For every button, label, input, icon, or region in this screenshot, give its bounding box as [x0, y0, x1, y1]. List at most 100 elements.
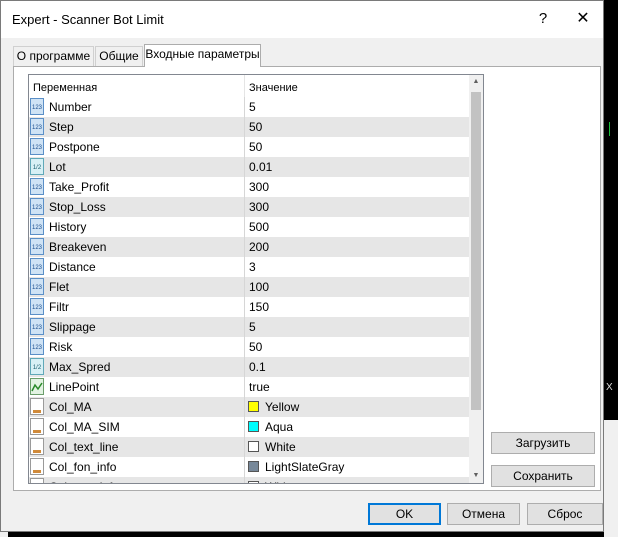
tab-about[interactable]: О программе [13, 46, 94, 66]
column-header-value[interactable]: Значение [245, 75, 481, 97]
load-button[interactable]: Загрузить [491, 432, 595, 454]
parameter-value-cell[interactable]: Aqua [245, 417, 481, 437]
boolean-icon [30, 378, 44, 395]
parameter-name-cell: 123 Take_Profit [29, 177, 245, 197]
parameter-value: White [265, 477, 296, 483]
parameter-value-cell[interactable]: 0.01 [245, 157, 481, 177]
background-panel [604, 420, 618, 537]
parameter-value-cell[interactable]: White [245, 477, 481, 483]
parameter-value: 5 [249, 320, 256, 334]
color-swatch [248, 441, 259, 452]
parameter-value-cell[interactable]: 50 [245, 137, 481, 157]
parameter-value: 5 [249, 100, 256, 114]
parameter-name-cell: 1/2 Max_Spred [29, 357, 245, 377]
parameter-value-cell[interactable]: 200 [245, 237, 481, 257]
parameter-value-cell[interactable]: 150 [245, 297, 481, 317]
parameter-value-cell[interactable]: 50 [245, 117, 481, 137]
table-row[interactable]: 123 Filtr 150 [29, 297, 481, 317]
grid-rows: 123 Number 5 123 Step 50 123 Postpone 50 1/2 Lot 0.… [29, 97, 481, 483]
table-row[interactable]: 1/2 Lot 0.01 [29, 157, 481, 177]
parameter-value-cell[interactable]: White [245, 437, 481, 457]
color-icon [30, 458, 44, 475]
parameter-name: Take_Profit [49, 180, 110, 194]
parameter-name: Col_fon_info [49, 460, 117, 474]
parameter-value-cell[interactable]: LightSlateGray [245, 457, 481, 477]
table-row[interactable]: Col_text_info White [29, 477, 481, 483]
tab-common[interactable]: Общие [95, 46, 143, 66]
integer-icon: 123 [30, 218, 44, 235]
table-row[interactable]: 123 Step 50 [29, 117, 481, 137]
parameter-name-cell: 123 Postpone [29, 137, 245, 157]
parameter-name: Col_MA_SIM [49, 420, 120, 434]
color-icon [30, 418, 44, 435]
parameter-value-cell[interactable]: 300 [245, 197, 481, 217]
table-row[interactable]: 123 Distance 3 [29, 257, 481, 277]
scroll-up-arrow-icon[interactable]: ▲ [469, 75, 483, 89]
parameter-name: Max_Spred [49, 360, 111, 374]
table-row[interactable]: 123 Flet 100 [29, 277, 481, 297]
color-swatch [248, 461, 259, 472]
parameter-value-cell[interactable]: 50 [245, 337, 481, 357]
parameter-name: Filtr [49, 300, 69, 314]
window-title: Expert - Scanner Bot Limit [12, 12, 164, 27]
reset-button[interactable]: Сброс [527, 503, 603, 525]
parameter-name-cell: 123 Filtr [29, 297, 245, 317]
parameter-value-cell[interactable]: 500 [245, 217, 481, 237]
table-row[interactable]: 123 Take_Profit 300 [29, 177, 481, 197]
parameter-value-cell[interactable]: 5 [245, 97, 481, 117]
table-row[interactable]: 123 Slippage 5 [29, 317, 481, 337]
parameter-value-cell[interactable]: 100 [245, 277, 481, 297]
chart-label: X [606, 382, 613, 393]
close-button[interactable]: ✕ [568, 7, 598, 31]
parameter-value-cell[interactable]: 0.1 [245, 357, 481, 377]
parameter-value-cell[interactable]: 3 [245, 257, 481, 277]
parameter-value-cell[interactable]: Yellow [245, 397, 481, 417]
tab-input-parameters[interactable]: Входные параметры [144, 44, 261, 67]
table-row[interactable]: Col_MA Yellow [29, 397, 481, 417]
table-row[interactable]: 123 Number 5 [29, 97, 481, 117]
table-row[interactable]: Col_fon_info LightSlateGray [29, 457, 481, 477]
table-row[interactable]: 123 Risk 50 [29, 337, 481, 357]
table-row[interactable]: 123 Postpone 50 [29, 137, 481, 157]
parameter-name-cell: 123 Distance [29, 257, 245, 277]
parameter-value-cell[interactable]: 5 [245, 317, 481, 337]
vertical-scrollbar[interactable]: ▲ ▼ [469, 75, 483, 483]
parameter-value: true [249, 380, 270, 394]
save-button[interactable]: Сохранить [491, 465, 595, 487]
parameter-value-cell[interactable]: true [245, 377, 481, 397]
table-row[interactable]: Col_text_line White [29, 437, 481, 457]
scroll-thumb[interactable] [471, 92, 481, 410]
table-row[interactable]: Col_MA_SIM Aqua [29, 417, 481, 437]
parameter-value: Yellow [265, 400, 300, 414]
parameter-name-cell: 123 History [29, 217, 245, 237]
table-row[interactable]: LinePoint true [29, 377, 481, 397]
parameter-value: 100 [249, 280, 270, 294]
parameter-value: 150 [249, 300, 270, 314]
parameter-value: 0.1 [249, 360, 266, 374]
parameter-value: White [265, 440, 296, 454]
parameter-name-cell: 123 Number [29, 97, 245, 117]
cancel-button[interactable]: Отмена [447, 503, 520, 525]
column-header-variable[interactable]: Переменная [29, 75, 245, 97]
parameter-name: Number [49, 100, 92, 114]
color-swatch [248, 401, 259, 412]
double-icon: 1/2 [30, 158, 44, 175]
parameter-value: 300 [249, 180, 270, 194]
parameter-value: 50 [249, 120, 263, 134]
parameter-name-cell: LinePoint [29, 377, 245, 397]
table-row[interactable]: 1/2 Max_Spred 0.1 [29, 357, 481, 377]
parameter-value-cell[interactable]: 300 [245, 177, 481, 197]
color-swatch [248, 421, 259, 432]
integer-icon: 123 [30, 318, 44, 335]
integer-icon: 123 [30, 198, 44, 215]
integer-icon: 123 [30, 258, 44, 275]
table-row[interactable]: 123 Breakeven 200 [29, 237, 481, 257]
table-row[interactable]: 123 History 500 [29, 217, 481, 237]
scroll-down-arrow-icon[interactable]: ▼ [469, 469, 483, 483]
parameter-value: 3 [249, 260, 256, 274]
background-chart: X [604, 0, 618, 537]
table-row[interactable]: 123 Stop_Loss 300 [29, 197, 481, 217]
parameter-name: Risk [49, 340, 73, 354]
ok-button[interactable]: OK [368, 503, 441, 525]
help-button[interactable]: ? [530, 7, 556, 31]
